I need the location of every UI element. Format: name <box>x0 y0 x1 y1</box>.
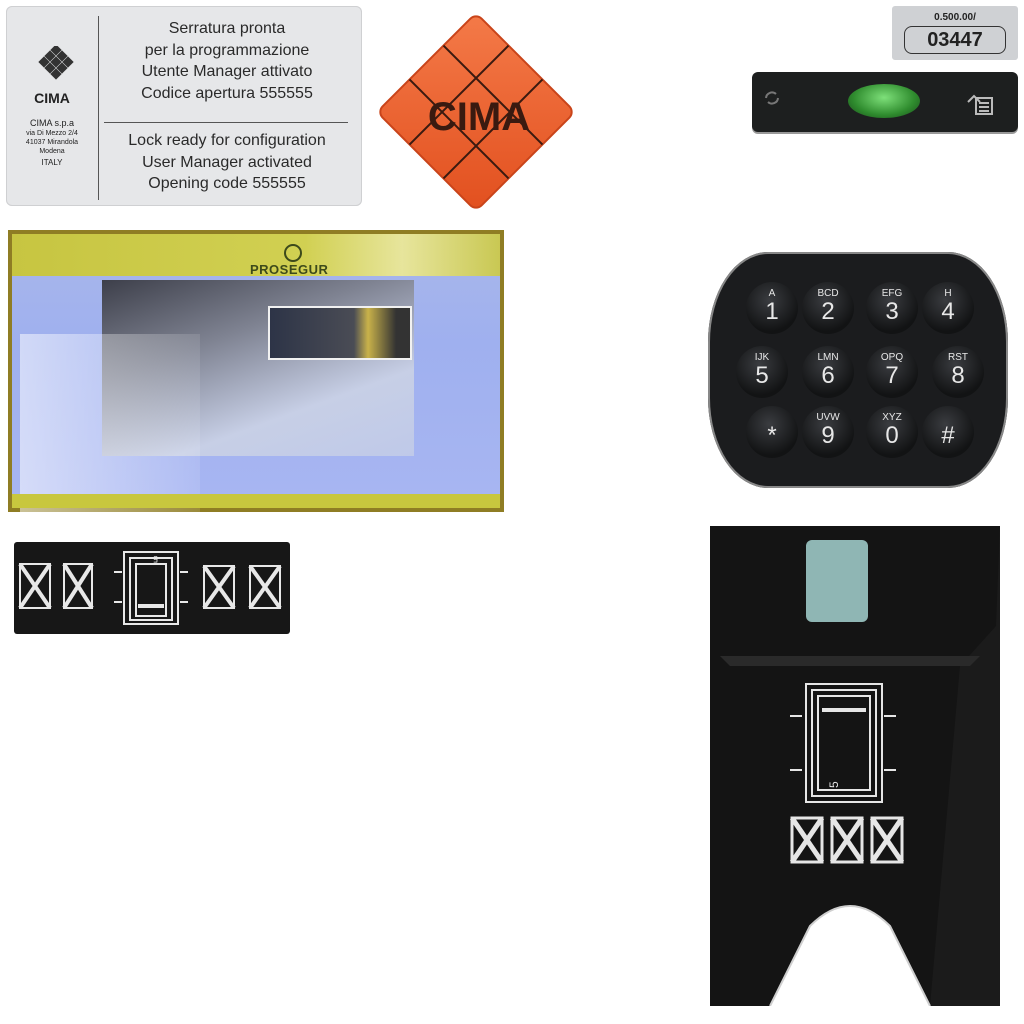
globe-icon <box>284 244 302 262</box>
serial-sticker: 0.500.00/ 03447 <box>892 6 1018 60</box>
key-digit: * <box>767 422 777 449</box>
validator-digit: 5 <box>827 781 841 788</box>
italian-line: per la programmazione <box>144 41 310 59</box>
entry-roller <box>806 540 868 622</box>
serial-prefix: 0.500.00/ <box>934 12 976 23</box>
note-insertion-strip: 5 <box>14 542 290 634</box>
english-line: Lock ready for configuration <box>128 132 326 149</box>
english-line: User Manager activated <box>142 153 312 171</box>
strip-digit: 5 <box>153 554 158 564</box>
key-star[interactable]: * <box>746 406 798 458</box>
address-line-3: Modena <box>39 148 65 155</box>
key-digit: 5 <box>755 362 769 389</box>
key-3[interactable]: EFG 3 <box>866 282 918 334</box>
display-screen: PROSEGUR <box>8 230 504 514</box>
cima-logo-icon <box>38 46 74 80</box>
crossed-folded-note-icon <box>18 562 52 610</box>
keypad: A1 BCD 2 EFG 3 H4 IJK 5 LMN 6 OPQ 7 RST 8 * UV… <box>708 252 1008 488</box>
screen-brand: PROSEGUR <box>250 262 329 277</box>
serial-number: 03447 <box>904 26 1006 54</box>
cima-badge-icon: CIMA <box>379 15 573 209</box>
key-6[interactable]: LMN 6 <box>802 346 854 398</box>
bill-validator: 5 <box>710 526 1000 1006</box>
key-0[interactable]: XYZ 0 <box>866 406 918 458</box>
key-7[interactable]: OPQ 7 <box>866 346 918 398</box>
badge-text: CIMA <box>428 95 530 139</box>
status-led <box>848 84 920 118</box>
reader-bar <box>752 72 1018 132</box>
company-name: CIMA s.p.a <box>29 118 74 128</box>
key-5[interactable]: IJK 5 <box>736 346 788 398</box>
crossed-stacked-notes-icon <box>202 564 236 610</box>
key-8[interactable]: RST 8 <box>932 346 984 398</box>
italian-line: Codice apertura 555555 <box>141 84 313 102</box>
crossed-crumpled-note-icon <box>248 564 282 610</box>
key-hash[interactable]: # <box>922 406 974 458</box>
key-digit: 8 <box>951 362 965 389</box>
italian-line: Serratura pronta <box>168 20 286 37</box>
camera-thumbnail <box>268 306 412 360</box>
key-2[interactable]: BCD 2 <box>802 282 854 334</box>
key-digit: 6 <box>821 362 835 389</box>
key-digit: 4 <box>941 298 955 325</box>
note-insert-guide-icon <box>114 551 188 625</box>
italian-text-block: Serratura pronta per la programmazione U… <box>102 18 352 104</box>
address-line-2: 41037 Mirandola <box>25 139 79 146</box>
key-digit: 7 <box>885 362 899 389</box>
english-text-block: Lock ready for configuration User Manage… <box>102 130 352 195</box>
key-4[interactable]: H4 <box>922 282 974 334</box>
cima-label-card: CIMA CIMA s.p.a via Di Mezzo 2/4 41037 M… <box>6 6 362 206</box>
country: ITALY <box>41 158 63 167</box>
key-digit: 0 <box>885 422 899 449</box>
screen-glare <box>20 334 200 514</box>
brand-name: CIMA <box>34 90 70 106</box>
italian-line: Utente Manager attivato <box>141 63 313 80</box>
crossed-torn-note-icon <box>62 562 94 610</box>
horizontal-divider <box>104 122 348 123</box>
key-9[interactable]: UVW 9 <box>802 406 854 458</box>
key-1[interactable]: A1 <box>746 282 798 334</box>
home-icon[interactable] <box>966 90 994 116</box>
key-digit: 2 <box>821 298 835 325</box>
english-line: Opening code 555555 <box>148 175 306 192</box>
screen-panel: PROSEGUR <box>12 234 500 514</box>
key-digit: 9 <box>821 422 835 449</box>
screen-footer-bar <box>12 494 500 508</box>
key-digit: 1 <box>765 298 779 325</box>
key-digit: # <box>941 422 955 449</box>
vertical-divider <box>98 16 99 200</box>
address-line-1: via Di Mezzo 2/4 <box>26 130 78 137</box>
refresh-icon <box>765 91 779 105</box>
key-digit: 3 <box>885 298 899 325</box>
